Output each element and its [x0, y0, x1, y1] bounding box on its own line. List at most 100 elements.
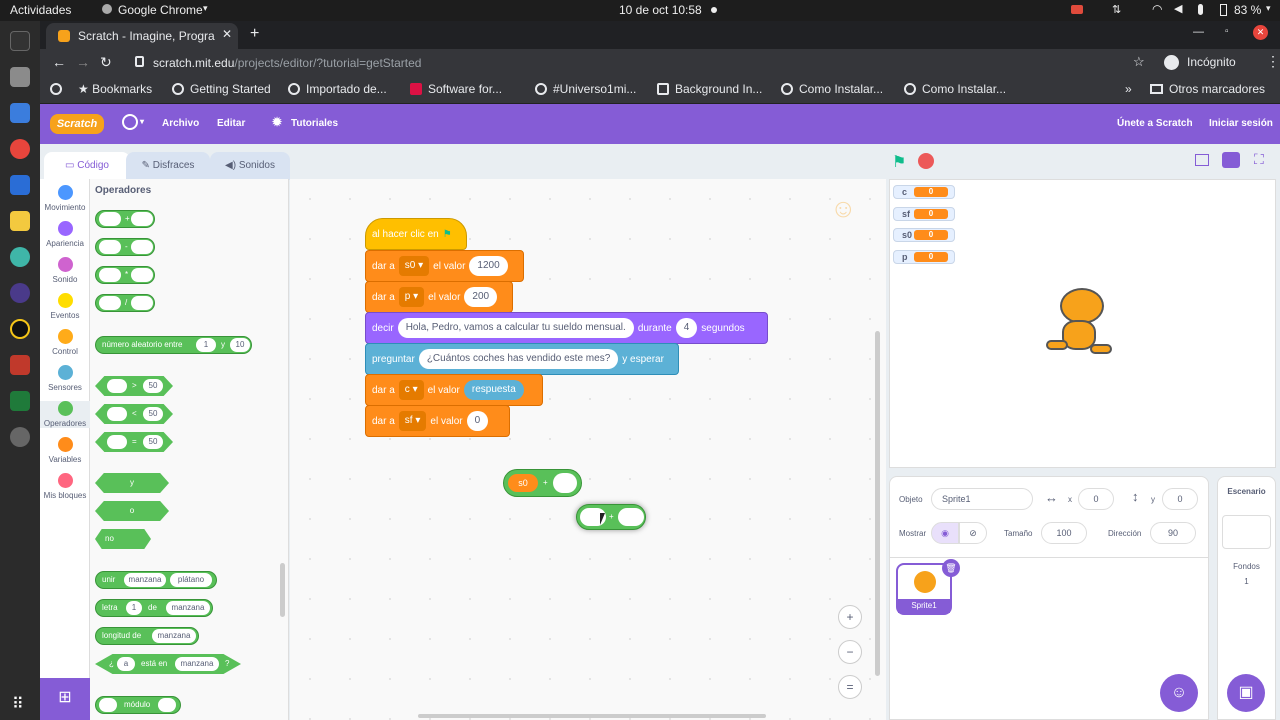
- terminal-icon[interactable]: [10, 31, 30, 51]
- python-icon[interactable]: [10, 211, 30, 231]
- edit-menu[interactable]: Editar: [217, 118, 245, 129]
- add-backdrop-button[interactable]: ▣: [1227, 674, 1265, 712]
- join-block[interactable]: unir manzana plátano: [95, 571, 217, 589]
- stage[interactable]: [889, 179, 1276, 468]
- close-window-icon[interactable]: ✕: [1253, 25, 1268, 40]
- category-6[interactable]: Operadores: [40, 401, 90, 428]
- and-block[interactable]: y: [95, 473, 169, 493]
- eq-block[interactable]: = 50: [95, 432, 173, 452]
- ask-and-wait-block[interactable]: preguntar ¿Cuántos coches has vendido est…: [365, 343, 679, 375]
- category-7[interactable]: Variables: [40, 437, 90, 464]
- category-3[interactable]: Eventos: [40, 293, 90, 320]
- code-workspace[interactable]: ☺ al hacer clic en ⚑ dar a s0 ▾ el valor 120…: [290, 179, 886, 720]
- variable-monitor[interactable]: sf 0: [893, 206, 955, 221]
- bookmark-item[interactable]: Importado de...: [288, 82, 387, 96]
- question-input[interactable]: ¿Cuántos coches has vendido este mes?: [418, 349, 619, 370]
- bookmark-item[interactable]: ★ Bookmarks: [78, 82, 152, 96]
- add-sprite-button[interactable]: ☺: [1160, 674, 1198, 712]
- add-block[interactable]: s0 +: [503, 469, 582, 497]
- more-bookmarks-icon[interactable]: »: [1125, 82, 1132, 96]
- mod-block[interactable]: módulo: [95, 696, 181, 714]
- maximize-icon[interactable]: ▫: [1225, 26, 1229, 37]
- green-flag-icon[interactable]: ⚑: [892, 152, 906, 172]
- large-stage-icon[interactable]: [1222, 152, 1240, 168]
- contains-block[interactable]: ¿ a está en manzana ?: [95, 654, 241, 674]
- backdrop-thumbnail[interactable]: [1222, 515, 1271, 549]
- direction-input[interactable]: 90: [1150, 522, 1196, 544]
- bookmark-item[interactable]: Getting Started: [172, 82, 271, 96]
- app-icon-2[interactable]: [10, 247, 30, 267]
- set-variable-block[interactable]: dar a sf ▾ el valor 0: [365, 405, 510, 437]
- number-input[interactable]: [618, 508, 644, 526]
- app-icon-6[interactable]: [10, 427, 30, 447]
- other-bookmarks[interactable]: Otros marcadores: [1150, 82, 1265, 96]
- subtract-block[interactable]: -: [95, 238, 155, 256]
- value-input[interactable]: 200: [464, 287, 498, 308]
- workspace-vertical-scrollbar[interactable]: [875, 331, 880, 676]
- system-menu-icon[interactable]: ▾: [1266, 3, 1271, 14]
- variable-dropdown[interactable]: c ▾: [398, 380, 424, 401]
- add-extension-button[interactable]: ⊞: [40, 678, 90, 720]
- variable-dropdown[interactable]: s0 ▾: [398, 256, 430, 277]
- cat-sprite[interactable]: [1042, 282, 1118, 366]
- clock[interactable]: 10 de oct 10:58: [619, 3, 702, 17]
- fullscreen-icon[interactable]: ⛶: [1254, 151, 1264, 168]
- or-block[interactable]: o: [95, 501, 169, 521]
- zoom-out-button[interactable]: −: [838, 640, 862, 664]
- message-input[interactable]: Hola, Pedro, vamos a calcular tu sueldo …: [397, 318, 634, 339]
- variable-dropdown[interactable]: sf ▾: [398, 411, 427, 432]
- bookmark-star-icon[interactable]: ☆: [1133, 54, 1145, 70]
- show-apps-icon[interactable]: ⠿: [12, 694, 24, 714]
- signin-link[interactable]: Iniciar sesión: [1209, 118, 1273, 129]
- category-0[interactable]: Movimiento: [40, 185, 90, 212]
- file-menu[interactable]: Archivo: [162, 118, 199, 129]
- menu-dots-icon[interactable]: ⋮: [1266, 53, 1280, 70]
- lt-block[interactable]: <50: [95, 404, 173, 424]
- activities-button[interactable]: Actividades: [10, 3, 71, 17]
- small-stage-icon[interactable]: [1195, 154, 1209, 166]
- set-variable-block[interactable]: dar ap ▾ el valor 200: [365, 281, 513, 313]
- stop-icon[interactable]: [918, 153, 934, 169]
- zoom-in-button[interactable]: +: [838, 605, 862, 629]
- docs-icon[interactable]: [10, 175, 30, 195]
- new-tab-icon[interactable]: +: [250, 25, 259, 43]
- globe-icon[interactable]: [122, 114, 138, 130]
- scratch-logo[interactable]: Scratch: [50, 114, 104, 134]
- back-icon[interactable]: ←: [52, 54, 66, 70]
- reload-icon[interactable]: ↻: [100, 54, 112, 71]
- bookmark-item[interactable]: Como Instalar...: [781, 82, 883, 96]
- chrome-dock-icon[interactable]: [10, 139, 30, 159]
- zoom-reset-button[interactable]: =: [838, 675, 862, 699]
- category-4[interactable]: Control: [40, 329, 90, 356]
- y-input[interactable]: 0: [1162, 488, 1198, 510]
- sprite-name-input[interactable]: Sprite1: [931, 488, 1033, 510]
- bookmark-item[interactable]: Background In...: [657, 82, 762, 96]
- url-field[interactable]: scratch.mit.edu/projects/editor/?tutoria…: [153, 56, 421, 70]
- letter-of-block[interactable]: letra 1 de manzana: [95, 599, 213, 617]
- bookmark-item[interactable]: [50, 82, 68, 96]
- join-link[interactable]: Únete a Scratch: [1117, 118, 1193, 129]
- show-hidden-button[interactable]: ⊘: [959, 522, 987, 544]
- category-8[interactable]: Mis bloques: [40, 473, 90, 500]
- vim-icon[interactable]: [10, 391, 30, 411]
- category-1[interactable]: Apariencia: [40, 221, 90, 248]
- workspace-horizontal-scrollbar[interactable]: [418, 714, 766, 718]
- sprite-thumbnail[interactable]: Sprite1 🗑: [896, 559, 960, 615]
- number-input[interactable]: [553, 473, 577, 493]
- show-visible-button[interactable]: ◉: [931, 522, 959, 544]
- variable-dropdown[interactable]: p ▾: [398, 287, 425, 308]
- add-block[interactable]: +: [95, 210, 155, 228]
- variable-monitor[interactable]: p0: [893, 249, 955, 264]
- lock-icon[interactable]: [135, 56, 144, 67]
- tab-code[interactable]: ▭ Código: [44, 152, 130, 180]
- files-icon[interactable]: [10, 67, 30, 87]
- close-tab-icon[interactable]: ✕: [222, 27, 232, 41]
- gt-block[interactable]: >50: [95, 376, 173, 396]
- variable-monitor[interactable]: s0 0: [893, 228, 955, 242]
- forward-icon[interactable]: →: [76, 54, 90, 70]
- palette-scrollbar[interactable]: [280, 563, 285, 617]
- seconds-input[interactable]: 4: [675, 318, 698, 339]
- category-2[interactable]: Sonido: [40, 257, 90, 284]
- answer-reporter[interactable]: respuesta: [463, 380, 524, 401]
- tab-sounds[interactable]: ◀) Sonidos: [210, 152, 290, 180]
